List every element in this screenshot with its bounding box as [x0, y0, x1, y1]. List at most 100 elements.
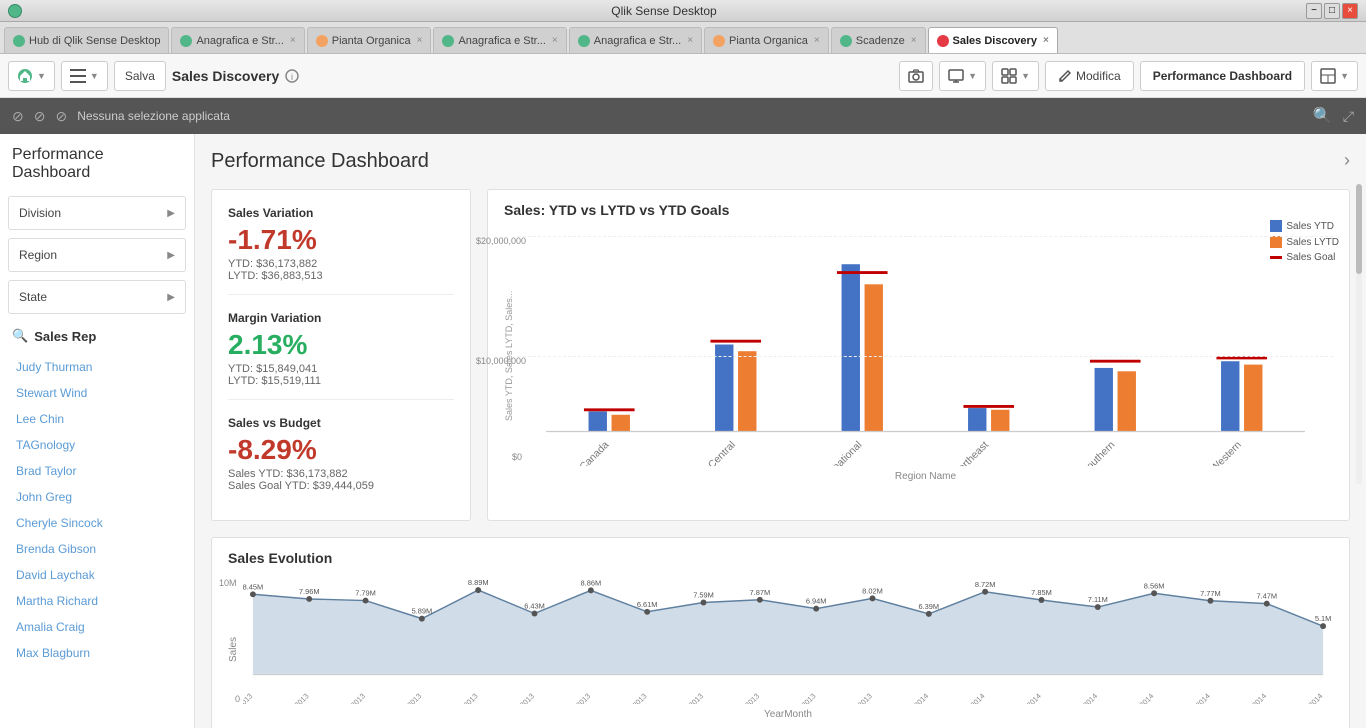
- chevron-right-icon: ▶: [167, 208, 175, 219]
- tab-close-pianta2[interactable]: ×: [814, 35, 820, 46]
- sales-rep-cheryle-sincock[interactable]: Cheryle Sincock: [8, 510, 186, 536]
- filter-region[interactable]: Region ▶: [8, 238, 186, 272]
- back-icon: ⊘: [12, 108, 24, 125]
- grid-button[interactable]: ▼: [992, 61, 1039, 91]
- sales-rep-martha-richard[interactable]: Martha Richard: [8, 588, 186, 614]
- svg-text:Western: Western: [1209, 439, 1244, 466]
- window-controls[interactable]: − □ ×: [1306, 3, 1358, 19]
- kpi-sales-budget-title: Sales vs Budget: [228, 416, 454, 430]
- evolution-panel: Sales Evolution Sales 10M 0 8.45MJan-201…: [211, 537, 1350, 728]
- tab-close-anagrafica3[interactable]: ×: [687, 35, 693, 46]
- svg-text:i: i: [291, 72, 293, 82]
- tab-close-sales[interactable]: ×: [1043, 35, 1049, 46]
- chevron-right-icon3: ▶: [167, 292, 175, 303]
- tab-close-scadenze[interactable]: ×: [911, 35, 917, 46]
- app-icon: [8, 4, 22, 18]
- tab-close-anagrafica1[interactable]: ×: [290, 35, 296, 46]
- layout-icon: [1320, 68, 1336, 84]
- search-button[interactable]: 🔍: [1313, 106, 1333, 126]
- kpi-margin-variation-ytd: YTD: $15,849,041: [228, 363, 454, 375]
- bar-chart-area: Sales YTD, Sales LYTD, Sales... $20,000,…: [504, 226, 1333, 486]
- sales-rep-tagnology[interactable]: TAGnology: [8, 432, 186, 458]
- save-button[interactable]: Salva: [114, 61, 166, 91]
- svg-text:6.43M: 6.43M: [524, 602, 545, 611]
- expand-content-button[interactable]: ›: [1344, 150, 1350, 171]
- expand-icon[interactable]: ⤢: [1343, 108, 1354, 125]
- tab-anagrafica3[interactable]: Anagrafica e Str... ×: [569, 27, 702, 53]
- sales-rep-brenda-gibson[interactable]: Brenda Gibson: [8, 536, 186, 562]
- kpi-sales-variation-value: -1.71%: [228, 224, 454, 256]
- screenshot-button[interactable]: [899, 61, 933, 91]
- selection-text: Nessuna selezione applicata: [77, 109, 230, 123]
- toolbar: ▼ ▼ Salva Sales Discovery i ▼ ▼ Modifica…: [0, 54, 1366, 98]
- tab-pianta2[interactable]: Pianta Organica ×: [704, 27, 829, 53]
- sales-rep-brad-taylor[interactable]: Brad Taylor: [8, 458, 186, 484]
- tab-icon-scadenze: [840, 35, 852, 47]
- svg-text:Jan-2014: Jan-2014: [902, 692, 930, 704]
- kpi-sales-variation-ytd: YTD: $36,173,882: [228, 258, 454, 270]
- y-label-top: $20,000,000: [476, 236, 526, 246]
- filter-state[interactable]: State ▶: [8, 280, 186, 314]
- tab-hub[interactable]: Hub di Qlik Sense Desktop: [4, 27, 169, 53]
- svg-text:Jul-2013: Jul-2013: [566, 692, 593, 704]
- tab-close-pianta1[interactable]: ×: [417, 35, 423, 46]
- tab-icon-sales: [937, 35, 949, 47]
- sidebar-title: Performance Dashboard: [8, 146, 186, 182]
- sales-rep-section: 🔍 Sales Rep Judy Thurman Stewart Wind Le…: [8, 322, 186, 666]
- menu-button[interactable]: ▼: [61, 61, 108, 91]
- main-layout: Performance Dashboard Division ▶ Region …: [0, 134, 1366, 728]
- tab-bar: Hub di Qlik Sense Desktop Anagrafica e S…: [0, 22, 1366, 54]
- bar-chart-inner: $20,000,000 $10,000,000 $0 CanadaCentral…: [518, 226, 1333, 486]
- svg-text:7.96M: 7.96M: [299, 587, 320, 596]
- chevron-down-icon: ▼: [37, 71, 46, 81]
- minimize-button[interactable]: −: [1306, 3, 1322, 19]
- filter-division[interactable]: Division ▶: [8, 196, 186, 230]
- tab-pianta1[interactable]: Pianta Organica ×: [307, 27, 432, 53]
- y-label-mid: $10,000,000: [476, 356, 526, 366]
- svg-text:7.87M: 7.87M: [750, 588, 771, 597]
- dashboard-top-grid: Sales Variation -1.71% YTD: $36,173,882 …: [211, 189, 1350, 521]
- svg-text:Dec-2013: Dec-2013: [845, 692, 874, 704]
- svg-text:May-2013: May-2013: [450, 692, 480, 704]
- perf-dash-button[interactable]: Performance Dashboard: [1140, 61, 1305, 91]
- fullscreen-button[interactable]: ▼: [939, 61, 986, 91]
- modifica-button[interactable]: Modifica: [1045, 61, 1134, 91]
- sales-rep-max-blagburn[interactable]: Max Blagburn: [8, 640, 186, 666]
- chevron-right-icon2: ▶: [167, 250, 175, 261]
- kpi-sales-variation: Sales Variation -1.71% YTD: $36,173,882 …: [228, 206, 454, 295]
- sales-rep-david-laychak[interactable]: David Laychak: [8, 562, 186, 588]
- sales-rep-amalia-craig[interactable]: Amalia Craig: [8, 614, 186, 640]
- svg-text:May-2014: May-2014: [1126, 692, 1156, 704]
- svg-text:Jul-2014: Jul-2014: [1242, 692, 1269, 704]
- tab-scadenze[interactable]: Scadenze ×: [831, 27, 926, 53]
- camera-icon: [908, 68, 924, 84]
- svg-text:Feb-2014: Feb-2014: [958, 692, 987, 704]
- svg-text:International: International: [816, 440, 864, 466]
- svg-text:5.89M: 5.89M: [412, 607, 433, 616]
- tab-sales[interactable]: Sales Discovery ×: [928, 27, 1058, 53]
- sidebar: Performance Dashboard Division ▶ Region …: [0, 134, 195, 728]
- tab-anagrafica1[interactable]: Anagrafica e Str... ×: [171, 27, 304, 53]
- home-button[interactable]: ▼: [8, 61, 55, 91]
- evolution-chart-area: Sales 10M 0 8.45MJan-20137.96MFeb-20137.…: [228, 574, 1333, 724]
- filter-state-label: State: [19, 290, 47, 304]
- maximize-button[interactable]: □: [1324, 3, 1340, 19]
- evolution-y-min: 0: [235, 694, 240, 704]
- sales-rep-lee-chin[interactable]: Lee Chin: [8, 406, 186, 432]
- svg-text:7.79M: 7.79M: [355, 589, 376, 598]
- layout-button[interactable]: ▼: [1311, 61, 1358, 91]
- sales-rep-john-greg[interactable]: John Greg: [8, 484, 186, 510]
- tab-close-anagrafica2[interactable]: ×: [552, 35, 558, 46]
- app-title: Sales Discovery: [172, 68, 279, 84]
- tab-anagrafica2[interactable]: Anagrafica e Str... ×: [433, 27, 566, 53]
- svg-text:7.77M: 7.77M: [1200, 589, 1221, 598]
- kpi-sales-budget-ytd: Sales YTD: $36,173,882: [228, 468, 454, 480]
- svg-text:Jun-2014: Jun-2014: [1184, 692, 1212, 704]
- close-button[interactable]: ×: [1342, 3, 1358, 19]
- svg-text:8.72M: 8.72M: [975, 580, 996, 589]
- tab-label-sales: Sales Discovery: [953, 35, 1037, 47]
- svg-text:Sep-2013: Sep-2013: [676, 692, 705, 704]
- sales-rep-judy-thurman[interactable]: Judy Thurman: [8, 354, 186, 380]
- tab-icon-pianta1: [316, 35, 328, 47]
- sales-rep-stewart-wind[interactable]: Stewart Wind: [8, 380, 186, 406]
